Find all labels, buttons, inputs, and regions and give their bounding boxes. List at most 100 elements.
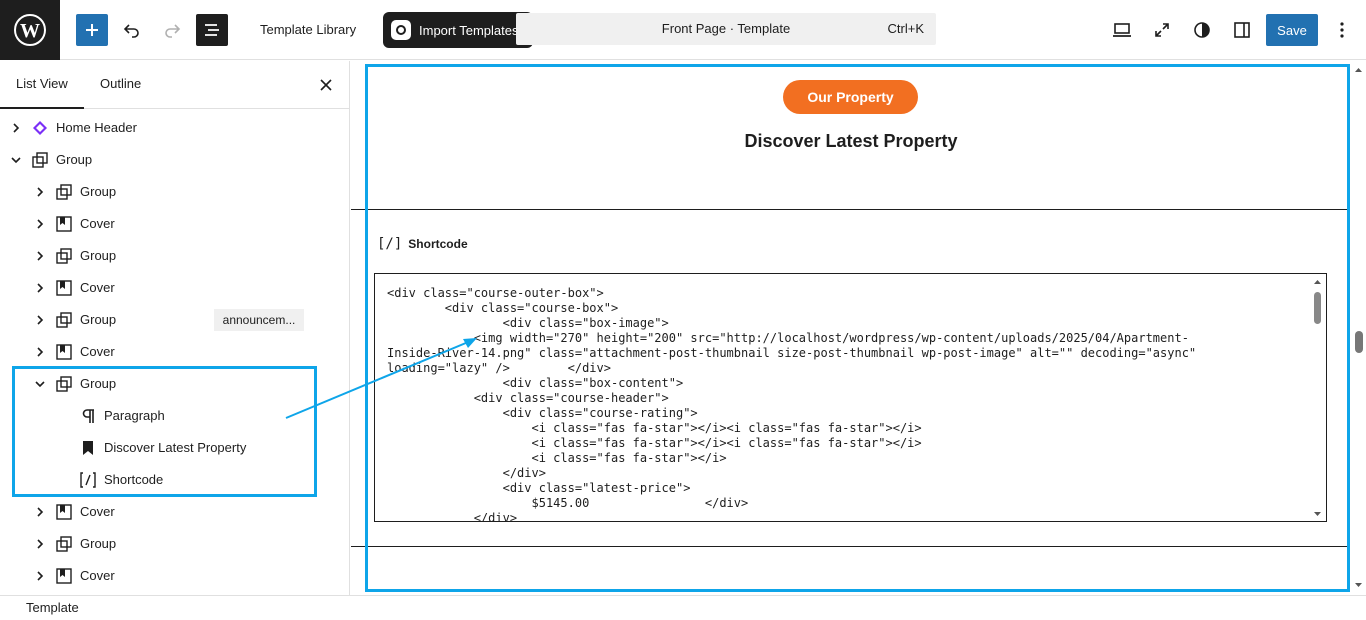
chevron-right-icon[interactable] <box>8 120 24 136</box>
list-item[interactable]: Group <box>0 528 349 560</box>
wordpress-logo-button[interactable]: W <box>0 0 60 60</box>
list-item-label: Cover <box>80 504 115 519</box>
import-logo-icon <box>391 20 411 40</box>
cover-icon <box>56 280 72 296</box>
close-sidebar-button[interactable] <box>314 73 338 97</box>
shortcode-block-label: [/] Shortcode <box>377 236 468 252</box>
chevron-right-icon[interactable] <box>32 568 48 584</box>
list-item-label: Cover <box>80 280 115 295</box>
list-item-label: Group <box>80 312 117 327</box>
svg-text:W: W <box>20 20 40 42</box>
list-view-icon <box>205 24 219 36</box>
group-icon <box>56 376 72 392</box>
list-item-label: Cover <box>80 216 115 231</box>
canvas-scroll-thumb[interactable] <box>1355 331 1363 353</box>
list-item[interactable]: Group <box>0 176 349 208</box>
canvas-scrollbar[interactable] <box>1351 61 1366 595</box>
command-palette-bar[interactable]: Front Page · Template Ctrl+K <box>516 13 936 45</box>
settings-panel-button[interactable] <box>1226 14 1258 46</box>
canvas-scroll-arrows <box>1355 68 1362 587</box>
close-icon <box>320 79 332 91</box>
undo-button[interactable] <box>116 14 148 46</box>
chevron-down-icon[interactable] <box>32 376 48 392</box>
group-icon <box>56 248 72 264</box>
shortcode-block[interactable]: [/] Shortcode <div class="course-outer-b… <box>351 209 1350 547</box>
device-preview-button[interactable] <box>1106 14 1138 46</box>
chevron-right-icon[interactable] <box>32 536 48 552</box>
list-item[interactable]: Home Header <box>0 112 349 144</box>
list-item[interactable]: Cover <box>0 208 349 240</box>
list-item[interactable]: Group <box>0 368 349 400</box>
chevron-down-icon[interactable] <box>8 152 24 168</box>
import-templates-button[interactable]: Import Templates <box>383 12 533 48</box>
shortcode-title: Shortcode <box>408 237 468 251</box>
wordpress-icon: W <box>14 14 46 46</box>
document-overview-button[interactable] <box>196 14 228 46</box>
heading-bookmark-icon <box>83 441 93 455</box>
keyboard-shortcut: Ctrl+K <box>887 21 924 36</box>
cover-icon <box>56 504 72 520</box>
list-item-label: Group <box>80 248 117 263</box>
list-item[interactable]: Group announcem... <box>0 304 349 336</box>
chevron-right-icon[interactable] <box>32 504 48 520</box>
redo-icon <box>165 24 181 38</box>
redo-button[interactable] <box>156 14 188 46</box>
chevron-right-icon[interactable] <box>32 184 48 200</box>
document-overview-sidebar: List View Outline Home Header Group Grou… <box>0 61 350 595</box>
list-item-label: Home Header <box>56 120 137 135</box>
chevron-right-icon[interactable] <box>32 216 48 232</box>
shortcode-textarea[interactable]: <div class="course-outer-box"> <div clas… <box>374 273 1327 522</box>
our-property-button[interactable]: Our Property <box>783 80 918 114</box>
cover-icon <box>56 568 72 584</box>
list-item-label: Paragraph <box>104 408 165 423</box>
cover-icon <box>56 344 72 360</box>
section-heading[interactable]: Discover Latest Property <box>351 131 1351 152</box>
list-item[interactable]: Cover <box>0 496 349 528</box>
chevron-right-icon[interactable] <box>32 280 48 296</box>
sidebar-tabs: List View Outline <box>0 61 349 109</box>
list-item-label: Shortcode <box>104 472 164 487</box>
breadcrumb[interactable]: Template <box>26 596 79 620</box>
list-item[interactable]: Shortcode <box>0 464 349 496</box>
block-list-tree: Home Header Group Group Cover Group Cove… <box>0 112 349 592</box>
block-inserter-button[interactable] <box>76 14 108 46</box>
list-item[interactable]: Cover <box>0 272 349 304</box>
import-templates-label: Import Templates <box>419 22 519 38</box>
list-item-label: Group <box>56 152 93 167</box>
editor-canvas: Our Property Discover Latest Property [/… <box>351 61 1366 595</box>
paragraph-icon <box>82 409 94 423</box>
list-item-label: Group <box>80 184 117 199</box>
list-item[interactable]: Group <box>0 240 349 272</box>
document-title: Front Page · Template <box>661 21 791 36</box>
zoom-out-button[interactable] <box>1146 14 1178 46</box>
cover-icon <box>56 216 72 232</box>
more-vertical-icon <box>1340 22 1344 38</box>
chevron-right-icon[interactable] <box>32 312 48 328</box>
anchor-badge: announcem... <box>214 309 304 331</box>
styles-button[interactable] <box>1186 14 1218 46</box>
block-breadcrumb-bar: Template <box>0 595 1366 620</box>
shortcode-icon: [/] <box>377 236 403 252</box>
chevron-right-icon[interactable] <box>32 248 48 264</box>
sidebar-toggle-icon <box>1234 22 1250 38</box>
list-item[interactable]: Cover <box>0 336 349 368</box>
options-menu-button[interactable] <box>1326 14 1358 46</box>
list-item[interactable]: Discover Latest Property <box>0 432 349 464</box>
list-item[interactable]: Cover <box>0 560 349 592</box>
template-library-button[interactable]: Template Library <box>248 14 368 46</box>
list-item-label: Cover <box>80 344 115 359</box>
group-icon <box>56 536 72 552</box>
laptop-icon <box>1113 23 1131 37</box>
shortcode-content: <div class="course-outer-box"> <div clas… <box>387 286 1197 522</box>
list-item[interactable]: Group <box>0 144 349 176</box>
list-item-label: Group <box>80 536 117 551</box>
tab-list-view[interactable]: List View <box>0 61 84 109</box>
shortcode-icon <box>80 472 96 488</box>
group-icon <box>56 184 72 200</box>
list-item[interactable]: Paragraph <box>0 400 349 432</box>
list-item-label: Group <box>80 376 117 391</box>
chevron-right-icon[interactable] <box>32 344 48 360</box>
save-button[interactable]: Save <box>1266 14 1318 46</box>
tab-outline[interactable]: Outline <box>84 61 157 109</box>
textarea-scroll-thumb[interactable] <box>1314 292 1321 324</box>
